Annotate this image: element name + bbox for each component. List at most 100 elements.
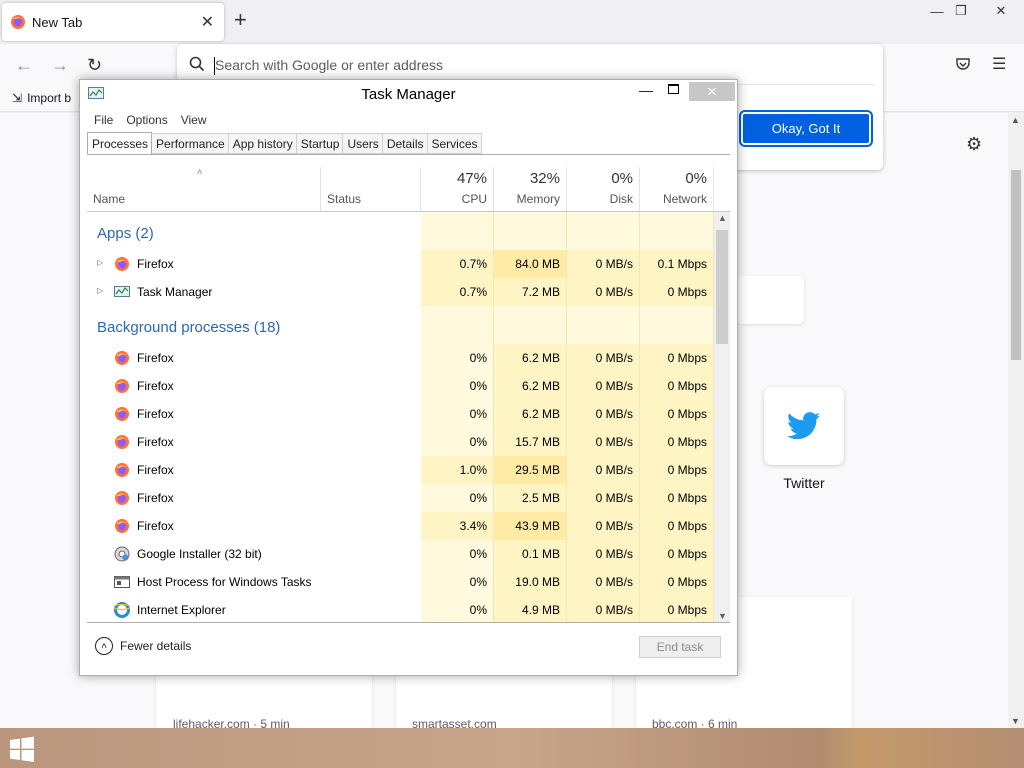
tab-strip: Processes Performance App history Startu… (87, 132, 482, 155)
cell-memory (494, 212, 567, 250)
group-header: Background processes (18) (87, 306, 714, 344)
page-scrollbar[interactable]: ▲ ▼ (1008, 113, 1024, 728)
column-name-label: Name (93, 192, 126, 206)
url-input[interactable]: Search with Google or enter address (215, 57, 443, 73)
process-row[interactable]: Google Installer (32 bit) 0% 0.1 MB 0 MB/s 0… (87, 540, 714, 568)
disk-label: Disk (609, 192, 633, 206)
cell-network: 0 Mbps (640, 344, 714, 372)
cell-memory: 84.0 MB (494, 250, 567, 278)
cell-disk: 0 MB/s (567, 456, 640, 484)
cell-memory: 0.1 MB (494, 540, 567, 568)
tab-users[interactable]: Users (343, 133, 383, 154)
top-site-card[interactable] (736, 276, 804, 324)
tab-new-tab[interactable]: New Tab ✕ (2, 3, 224, 41)
process-row[interactable]: ▷ Firefox 0.7% 84.0 MB 0 MB/s 0.1 Mbps (87, 250, 714, 278)
title-bar[interactable]: Task Manager — ✕ (80, 80, 737, 108)
process-row[interactable]: Firefox 0% 6.2 MB 0 MB/s 0 Mbps (87, 372, 714, 400)
import-bookmarks-button[interactable]: ⇲ Import b (12, 91, 71, 105)
process-name: Internet Explorer (137, 603, 226, 617)
tab-app-history[interactable]: App history (228, 133, 297, 154)
process-row[interactable]: Firefox 0% 6.2 MB 0 MB/s 0 Mbps (87, 400, 714, 428)
taskmgr-icon (114, 284, 130, 300)
installer-icon (114, 546, 130, 562)
sort-arrow-icon: ˄ (197, 167, 203, 177)
fewer-details-button[interactable]: ˄ Fewer details (95, 637, 191, 655)
cell-network: 0 Mbps (640, 456, 714, 484)
cell-cpu: 0% (421, 596, 494, 622)
firefox-icon (114, 490, 130, 506)
column-header-name[interactable]: ˄ Name (87, 167, 321, 212)
expand-arrow-icon[interactable]: ▷ (97, 286, 103, 295)
scroll-up-icon[interactable]: ▲ (718, 213, 727, 223)
column-status-label: Status (327, 192, 362, 206)
menu-file[interactable]: File (94, 113, 113, 127)
close-tab-icon[interactable]: ✕ (201, 12, 214, 32)
firefox-icon (114, 350, 130, 366)
gear-icon[interactable]: ⚙ (966, 134, 982, 155)
import-bookmarks-label: Import b (27, 91, 72, 105)
close-window-icon[interactable]: ✕ (986, 0, 1016, 22)
process-name: Firefox (137, 519, 174, 533)
process-row[interactable]: ▷ Task Manager 0.7% 7.2 MB 0 MB/s 0 Mbps (87, 278, 714, 306)
cell-disk: 0 MB/s (567, 428, 640, 456)
maximize-icon[interactable] (668, 84, 679, 94)
column-header-status[interactable]: Status (321, 167, 421, 212)
group-title: Apps (2) (97, 225, 154, 242)
end-task-button[interactable]: End task (639, 636, 721, 658)
tab-startup[interactable]: Startup (296, 133, 344, 154)
process-row[interactable]: Firefox 0% 15.7 MB 0 MB/s 0 Mbps (87, 428, 714, 456)
tab-services[interactable]: Services (427, 133, 482, 154)
top-site-twitter[interactable] (764, 387, 844, 465)
process-row[interactable]: Firefox 0% 2.5 MB 0 MB/s 0 Mbps (87, 484, 714, 512)
pocket-icon[interactable] (955, 56, 971, 72)
cell-cpu: 0% (421, 372, 494, 400)
menu-view[interactable]: View (181, 113, 207, 127)
tab-details[interactable]: Details (382, 133, 428, 154)
process-name: Firefox (137, 351, 174, 365)
tab-processes[interactable]: Processes (87, 132, 153, 155)
cell-cpu (421, 306, 494, 344)
firefox-icon (11, 15, 25, 29)
forward-icon[interactable]: → (51, 55, 69, 75)
minimize-icon[interactable]: — (639, 82, 653, 98)
restore-window-icon[interactable]: ❐ (946, 0, 976, 22)
process-row[interactable]: Firefox 1.0% 29.5 MB 0 MB/s 0 Mbps (87, 456, 714, 484)
cell-memory: 6.2 MB (494, 372, 567, 400)
windows-start-icon[interactable] (8, 736, 36, 762)
menu-icon[interactable]: ☰ (992, 54, 1006, 74)
memory-label: Memory (516, 192, 560, 206)
expand-arrow-icon[interactable]: ▷ (97, 258, 103, 267)
scroll-up-icon[interactable]: ▲ (1011, 115, 1020, 125)
process-row[interactable]: Host Process for Windows Tasks 0% 19.0 MB 0… (87, 568, 714, 596)
column-header-network[interactable]: 0% Network (640, 167, 714, 212)
new-tab-button[interactable]: + (234, 9, 247, 31)
column-header-cpu[interactable]: 47% CPU (421, 167, 494, 212)
process-name: Google Installer (32 bit) (137, 547, 262, 561)
scroll-down-icon[interactable]: ▼ (718, 611, 727, 621)
process-row[interactable]: Internet Explorer 0% 4.9 MB 0 MB/s 0 Mbps (87, 596, 714, 622)
okay-got-it-button[interactable]: Okay, Got It (739, 110, 873, 147)
cell-memory: 19.0 MB (494, 568, 567, 596)
cpu-label: CPU (461, 192, 487, 206)
column-header-disk[interactable]: 0% Disk (567, 167, 640, 212)
scrollbar-thumb[interactable] (1011, 170, 1021, 360)
taskbar (0, 728, 1024, 768)
tab-performance[interactable]: Performance (152, 133, 229, 154)
network-total: 0% (685, 170, 707, 187)
process-row[interactable]: Firefox 0% 6.2 MB 0 MB/s 0 Mbps (87, 344, 714, 372)
column-header-memory[interactable]: 32% Memory (494, 167, 567, 212)
back-icon[interactable]: ← (15, 55, 33, 75)
process-list-scrollbar[interactable]: ▲ ▼ (714, 212, 730, 622)
scroll-down-icon[interactable]: ▼ (1011, 716, 1020, 726)
cell-memory: 29.5 MB (494, 456, 567, 484)
process-name: Firefox (137, 257, 174, 271)
scrollbar-thumb[interactable] (716, 230, 728, 344)
menu-options[interactable]: Options (126, 113, 167, 127)
footer-divider (87, 622, 730, 623)
process-name: Task Manager (137, 285, 213, 299)
cell-disk: 0 MB/s (567, 344, 640, 372)
process-name: Firefox (137, 407, 174, 421)
reload-icon[interactable]: ↻ (87, 55, 102, 75)
close-icon[interactable]: ✕ (689, 82, 735, 101)
process-row[interactable]: Firefox 3.4% 43.9 MB 0 MB/s 0 Mbps (87, 512, 714, 540)
